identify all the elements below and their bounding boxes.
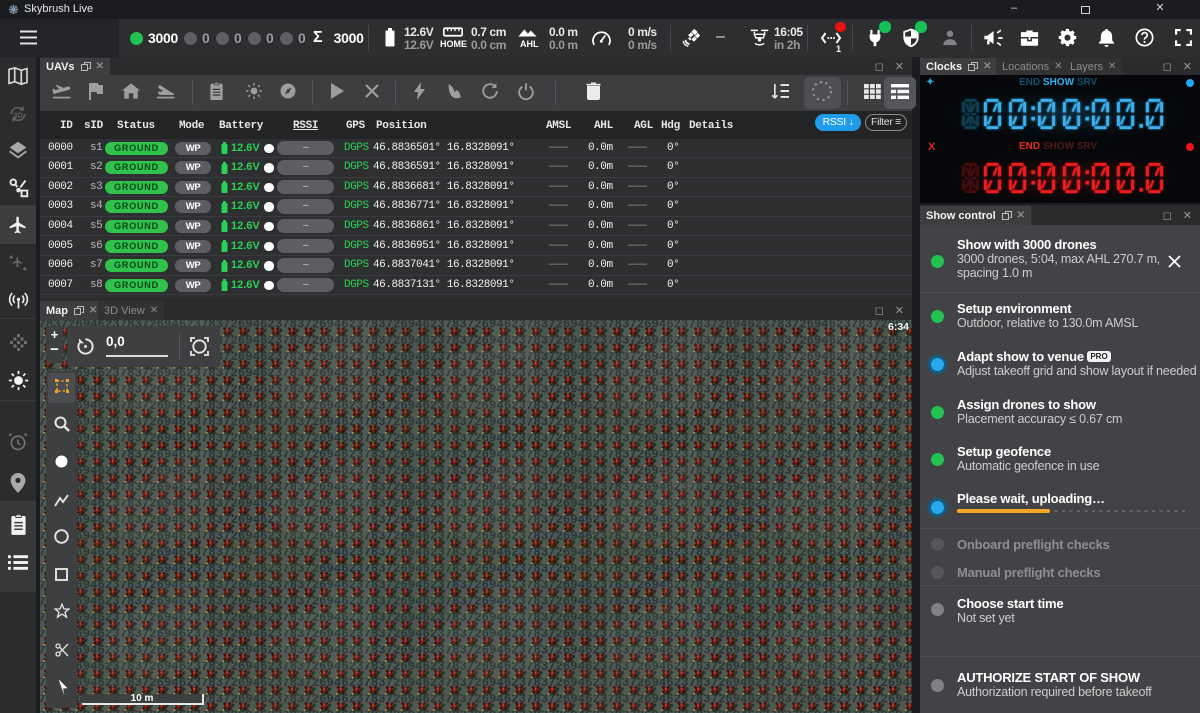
svg-text:3D: 3D	[13, 110, 23, 119]
